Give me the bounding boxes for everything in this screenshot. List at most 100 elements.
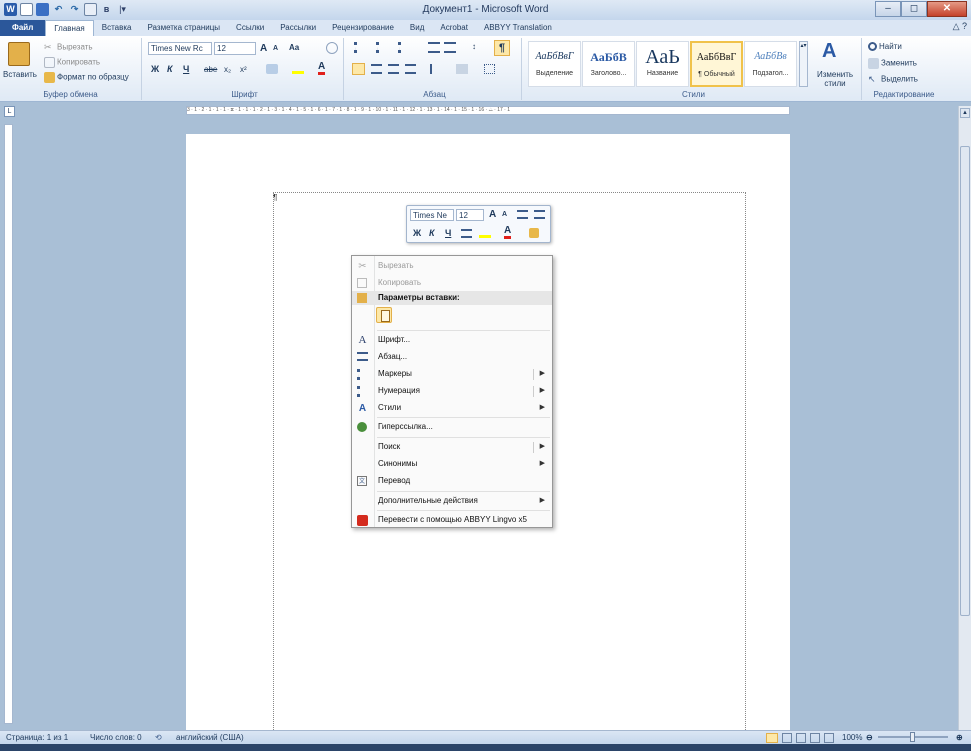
decrease-indent-icon[interactable] <box>428 42 440 53</box>
increase-indent-icon[interactable] <box>444 42 456 53</box>
mini-shrink-font-button[interactable]: A <box>502 211 507 218</box>
tab-review[interactable]: Рецензирование <box>324 20 402 36</box>
font-color-icon[interactable]: A <box>318 62 326 75</box>
mini-font-color-icon[interactable]: A <box>504 226 512 239</box>
align-left-icon[interactable] <box>352 63 365 75</box>
help-icon[interactable]: △ ? <box>953 21 967 32</box>
vertical-ruler[interactable] <box>4 124 13 724</box>
paste-icon[interactable] <box>8 42 30 66</box>
shading-icon[interactable] <box>456 64 468 74</box>
highlight-icon[interactable] <box>292 64 304 74</box>
mini-decrease-indent-icon[interactable] <box>517 210 528 219</box>
menu-item-numbering[interactable]: Нумерация ▶ <box>352 383 552 400</box>
menu-item-paragraph[interactable]: Абзац... <box>352 349 552 366</box>
web-layout-view-icon[interactable] <box>796 733 806 743</box>
replace-button[interactable]: Заменить <box>868 58 917 69</box>
style-normal[interactable]: АаБбВвГ ¶ Обычный <box>690 41 743 87</box>
numbering-icon[interactable] <box>376 42 388 53</box>
grow-font-button[interactable]: A <box>260 43 267 54</box>
tab-selector-button[interactable]: L <box>4 106 15 117</box>
menu-item-lingvo[interactable]: Перевести с помощью ABBYY Lingvo x5 <box>352 512 552 529</box>
close-button[interactable]: ✕ <box>927 1 967 17</box>
style-heading[interactable]: АаБбВ Заголово... <box>582 41 635 87</box>
menu-item-styles[interactable]: A Стили ▶ <box>352 400 552 417</box>
underline-button[interactable]: Ч <box>183 64 189 74</box>
mini-underline-button[interactable]: Ч <box>445 228 451 238</box>
select-button[interactable]: ↖ Выделить <box>868 74 918 85</box>
mini-grow-font-button[interactable]: A <box>489 209 496 220</box>
change-case-button[interactable]: Aa <box>289 43 299 52</box>
justify-icon[interactable] <box>405 64 416 74</box>
menu-item-synonyms[interactable]: Синонимы ▶ <box>352 456 552 473</box>
mini-font-combo[interactable]: Times Ne <box>410 209 454 221</box>
clear-formatting-icon[interactable] <box>326 42 338 54</box>
menu-item-hyperlink[interactable]: Гиперссылка... <box>352 419 552 436</box>
cut-button[interactable]: ✂ Вырезать <box>44 42 93 53</box>
change-styles-button[interactable]: Изменить стили <box>814 70 856 88</box>
bullets-icon[interactable] <box>354 42 366 53</box>
text-effects-icon[interactable] <box>266 64 278 74</box>
borders-icon[interactable] <box>484 64 495 74</box>
tab-acrobat[interactable]: Acrobat <box>432 20 476 36</box>
scroll-up-icon[interactable]: ▲ <box>960 108 970 118</box>
mini-italic-button[interactable]: К <box>429 228 435 238</box>
styles-scroll-icon[interactable]: ▴▾ <box>799 41 808 87</box>
outline-view-icon[interactable] <box>810 733 820 743</box>
superscript-button[interactable]: x² <box>240 65 247 74</box>
menu-item-copy[interactable]: Копировать <box>352 275 552 292</box>
align-center-icon[interactable] <box>371 64 382 74</box>
horizontal-ruler[interactable]: 3 · 1 · 2 · 1 · 1 · 1 · ⧖ · 1 · 1 · 1 · … <box>186 106 790 115</box>
show-marks-button[interactable]: ¶ <box>494 40 510 56</box>
font-name-combo[interactable]: Times New Rc <box>148 42 212 55</box>
tab-abbyy-translation[interactable]: ABBYY Translation <box>476 20 560 36</box>
font-size-combo[interactable]: 12 <box>214 42 256 55</box>
draft-view-icon[interactable] <box>824 733 834 743</box>
language[interactable]: английский (США) <box>176 731 244 744</box>
mini-size-combo[interactable]: 12 <box>456 209 484 221</box>
tab-mailings[interactable]: Рассылки <box>272 20 324 36</box>
style-emphasis[interactable]: АаБбВвГ Выделение <box>528 41 581 87</box>
mini-highlight-icon[interactable] <box>479 228 491 238</box>
tab-file[interactable]: Файл <box>0 20 46 36</box>
page-count[interactable]: Страница: 1 из 1 <box>6 731 68 744</box>
italic-button[interactable]: К <box>167 64 173 74</box>
change-styles-icon[interactable]: A <box>822 40 836 63</box>
strikethrough-button[interactable]: abe <box>204 65 217 74</box>
align-right-icon[interactable] <box>388 64 399 74</box>
menu-item-bullets[interactable]: Маркеры ▶ <box>352 366 552 383</box>
proofing-icon[interactable]: ⟲ <box>155 731 162 744</box>
zoom-out-icon[interactable]: ⊖ <box>866 731 873 744</box>
maximize-button[interactable]: ◻ <box>901 1 927 17</box>
shrink-font-button[interactable]: A <box>273 45 278 52</box>
zoom-slider-thumb[interactable] <box>910 732 915 742</box>
style-subtitle[interactable]: АаБбВв Подзагол... <box>744 41 797 87</box>
tab-references[interactable]: Ссылки <box>228 20 272 36</box>
paste-button[interactable]: Вставить <box>3 70 37 79</box>
paste-keep-text-icon[interactable] <box>376 307 392 323</box>
word-count[interactable]: Число слов: 0 <box>90 731 142 744</box>
line-spacing-icon[interactable] <box>430 64 442 74</box>
menu-item-search[interactable]: Поиск ▶ <box>352 439 552 456</box>
format-painter-button[interactable]: Формат по образцу <box>44 72 129 83</box>
minimize-button[interactable]: – <box>875 1 901 17</box>
tab-view[interactable]: Вид <box>402 20 432 36</box>
bold-button[interactable]: Ж <box>151 64 159 74</box>
print-layout-view-icon[interactable] <box>766 733 778 743</box>
mini-increase-indent-icon[interactable] <box>534 210 545 219</box>
mini-format-painter-icon[interactable] <box>529 228 539 238</box>
sort-icon[interactable]: ↕ <box>472 42 476 51</box>
multilevel-list-icon[interactable] <box>398 42 410 53</box>
mini-bold-button[interactable]: Ж <box>413 228 421 238</box>
subscript-button[interactable]: x₂ <box>224 65 231 74</box>
menu-item-more-actions[interactable]: Дополнительные действия ▶ <box>352 493 552 510</box>
full-screen-view-icon[interactable] <box>782 733 792 743</box>
tab-page-layout[interactable]: Разметка страницы <box>139 20 228 36</box>
scrollbar-thumb[interactable] <box>960 146 970 616</box>
style-title[interactable]: АаЬ Название <box>636 41 689 87</box>
menu-item-translate[interactable]: 文 Перевод <box>352 473 552 490</box>
tab-home[interactable]: Главная <box>45 20 94 36</box>
find-button[interactable]: Найти <box>868 42 902 52</box>
copy-button[interactable]: Копировать <box>44 57 100 68</box>
zoom-level[interactable]: 100% <box>842 731 862 744</box>
menu-item-cut[interactable]: ✂ Вырезать <box>352 258 552 275</box>
